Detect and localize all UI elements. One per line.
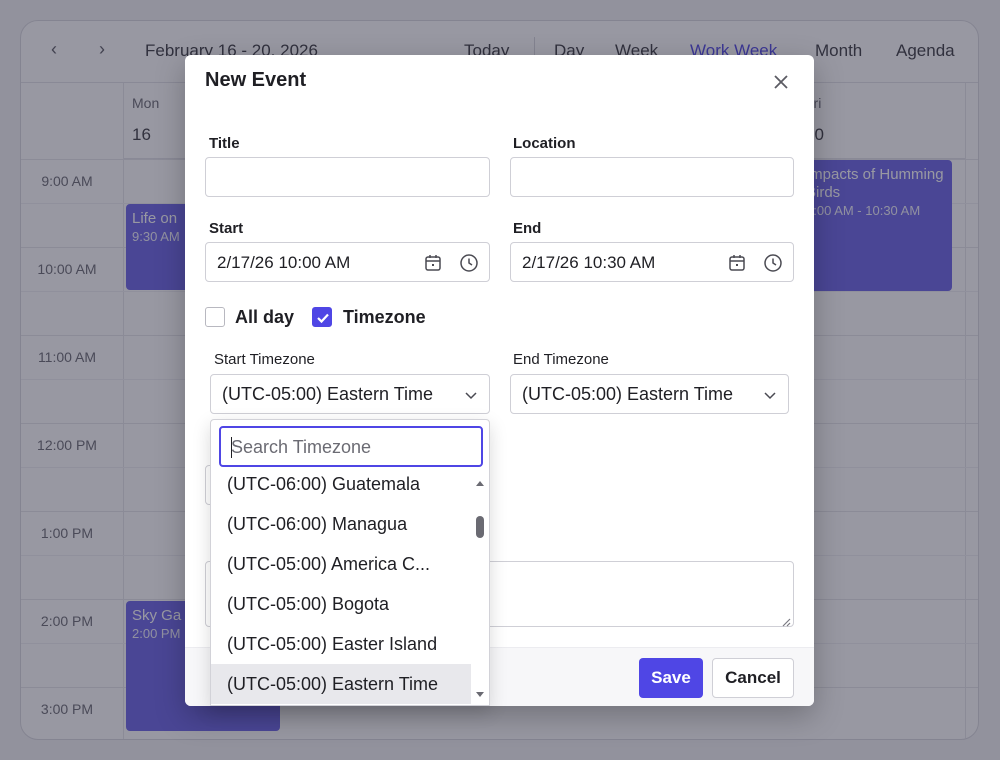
dropdown-scrollbar[interactable] — [473, 475, 487, 703]
start-timezone-select[interactable]: (UTC-05:00) Eastern Time — [210, 374, 490, 414]
timezone-dropdown: Search Timezone (UTC-06:00) Guatemala (U… — [210, 419, 490, 706]
search-placeholder: Search Timezone — [231, 437, 372, 457]
clock-icon[interactable] — [762, 252, 784, 274]
checkmark-icon — [317, 313, 329, 324]
resize-handle-icon[interactable] — [781, 614, 791, 627]
save-button[interactable]: Save — [639, 658, 703, 698]
end-timezone-value: (UTC-05:00) Eastern Time — [522, 384, 734, 404]
start-timezone-value: (UTC-05:00) Eastern Time — [222, 384, 434, 404]
timezone-option[interactable]: (UTC-06:00) Managua — [211, 504, 471, 544]
timezone-search-input[interactable]: Search Timezone — [219, 426, 483, 467]
chevron-down-icon — [463, 387, 479, 403]
clock-icon[interactable] — [458, 252, 480, 274]
title-label: Title — [209, 135, 240, 152]
end-timezone-select[interactable]: (UTC-05:00) Eastern Time — [510, 374, 789, 414]
location-input[interactable] — [510, 157, 794, 197]
allday-label[interactable]: All day — [235, 307, 294, 328]
start-timezone-label: Start Timezone — [214, 351, 315, 368]
allday-checkbox[interactable] — [205, 307, 225, 327]
text-cursor — [231, 437, 232, 458]
location-label: Location — [513, 135, 576, 152]
end-label: End — [513, 220, 542, 237]
timezone-label[interactable]: Timezone — [343, 307, 426, 328]
close-icon[interactable] — [769, 70, 793, 94]
calendar-icon[interactable] — [726, 252, 748, 274]
timezone-option[interactable]: (UTC-05:00) America C... — [211, 544, 471, 584]
timezone-option[interactable]: (UTC-06:00) Guatemala — [211, 464, 471, 504]
timezone-option[interactable]: (UTC-05:00) Easter Island — [211, 624, 471, 664]
end-value: 2/17/26 10:30 AM — [522, 253, 656, 272]
title-input[interactable] — [205, 157, 490, 197]
end-timezone-label: End Timezone — [513, 351, 609, 368]
calendar-icon[interactable] — [422, 252, 444, 274]
timezone-option-selected[interactable]: (UTC-05:00) Eastern Time — [211, 664, 471, 704]
start-label: Start — [209, 220, 244, 237]
cancel-button[interactable]: Cancel — [712, 658, 794, 698]
dialog-title: New Event — [205, 69, 307, 91]
timezone-checkbox[interactable] — [312, 307, 332, 327]
start-datetime-input[interactable]: 2/17/26 10:00 AM — [205, 242, 490, 282]
start-value: 2/17/26 10:00 AM — [217, 253, 351, 272]
end-datetime-input[interactable]: 2/17/26 10:30 AM — [510, 242, 794, 282]
chevron-down-icon — [762, 387, 778, 403]
timezone-option[interactable]: (UTC-05:00) Bogota — [211, 584, 471, 624]
